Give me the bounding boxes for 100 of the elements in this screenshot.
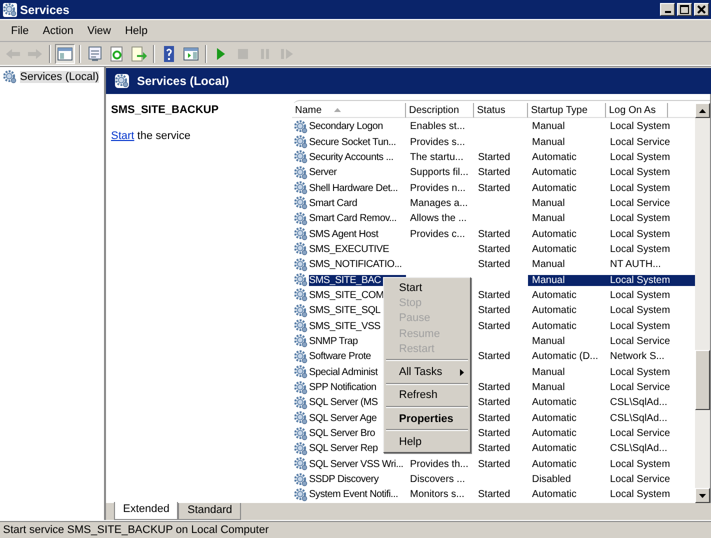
gear-icon bbox=[294, 472, 308, 487]
table-cell-text: Started bbox=[477, 182, 512, 194]
maximize-icon bbox=[680, 5, 689, 14]
up-arrow-icon bbox=[699, 108, 706, 112]
gear-icon bbox=[294, 288, 308, 302]
gear-icon bbox=[294, 442, 308, 456]
properties-icon bbox=[87, 46, 103, 62]
table-cell-text: Automatic bbox=[531, 305, 578, 316]
service-name: SMS_SITE_BACKUP bbox=[111, 104, 220, 116]
table-cell-text: Started bbox=[477, 397, 512, 408]
table-cell-text: Automatic bbox=[531, 489, 578, 500]
gear-icon bbox=[294, 396, 308, 410]
close-button[interactable] bbox=[694, 3, 709, 16]
table-cell-text: Automatic bbox=[531, 228, 578, 240]
maximize-button[interactable] bbox=[677, 3, 692, 16]
table-cell: SSDP Discovery bbox=[292, 472, 406, 487]
table-cell-text: Local System bbox=[609, 320, 672, 332]
table-cell: Security Accounts ... bbox=[292, 150, 406, 164]
view-tab[interactable]: Standard bbox=[178, 503, 242, 520]
table-cell-text: Local Service bbox=[609, 136, 672, 148]
panel-title: Services (Local) bbox=[137, 74, 230, 88]
table-cell-text: Automatic bbox=[531, 182, 578, 194]
start-link[interactable]: Start bbox=[111, 130, 134, 142]
table-cell: Smart Card bbox=[292, 196, 406, 210]
scroll-up-button[interactable] bbox=[695, 103, 710, 118]
gear-icon bbox=[3, 2, 17, 16]
table-cell-text: Local System bbox=[609, 244, 672, 255]
table-cell-text: Started bbox=[477, 351, 512, 362]
table-cell-text: Local System bbox=[609, 489, 672, 500]
table-cell-text: Automatic bbox=[531, 458, 578, 470]
menu-item[interactable]: File bbox=[4, 24, 36, 36]
view-tab[interactable]: Extended bbox=[114, 502, 178, 520]
column-header[interactable]: Log On As bbox=[606, 103, 668, 118]
table-cell-text: Local System bbox=[609, 305, 672, 316]
table-cell-text: Started bbox=[477, 382, 512, 394]
gear-icon bbox=[294, 196, 308, 210]
column-header[interactable]: Status bbox=[474, 103, 528, 118]
table-cell-text: Started bbox=[477, 443, 512, 454]
table-cell-text: Local System bbox=[609, 182, 672, 194]
table-cell-text: Local Service bbox=[609, 428, 672, 440]
gear-icon bbox=[294, 457, 308, 472]
table-cell-text: Started bbox=[477, 259, 512, 270]
table-cell-text: Manual bbox=[531, 336, 566, 347]
gear-icon bbox=[3, 70, 17, 84]
gear-icon bbox=[294, 380, 308, 395]
table-cell-text: Provides n... bbox=[409, 182, 467, 194]
status-text: Start service SMS_SITE_BACKUP on Local Computer bbox=[3, 524, 269, 536]
gear-icon bbox=[294, 350, 308, 364]
table-cell: Secondary Logon bbox=[292, 120, 406, 134]
table-cell-text: Started bbox=[477, 458, 512, 470]
down-arrow-icon bbox=[699, 494, 706, 498]
table-cell: Shell Hardware Det... bbox=[292, 181, 406, 196]
gear-icon bbox=[294, 242, 308, 256]
toolbar-button[interactable] bbox=[129, 44, 149, 64]
table-cell-text: Automatic (D... bbox=[531, 351, 600, 362]
menu-item[interactable]: All Tasks bbox=[384, 364, 470, 380]
table-cell-text: Network S... bbox=[609, 351, 666, 362]
table-cell-text: CSL\SqlAd... bbox=[609, 443, 668, 454]
gear-icon bbox=[294, 212, 308, 226]
table-cell-text: Local System bbox=[609, 213, 672, 224]
table-cell-text: Local System bbox=[609, 152, 672, 163]
table-cell-text: Manual bbox=[531, 366, 566, 378]
table-cell: Smart Card Remov... bbox=[292, 212, 406, 226]
menu-item[interactable]: Refresh bbox=[384, 388, 470, 404]
gear-icon bbox=[294, 488, 308, 502]
table-cell-text: Automatic bbox=[531, 167, 578, 178]
gear-icon bbox=[294, 365, 308, 380]
gear-icon bbox=[294, 273, 308, 288]
table-cell-text: Started bbox=[477, 152, 512, 163]
menu-item[interactable]: View bbox=[80, 24, 118, 36]
table-cell-text: Manual bbox=[531, 121, 566, 132]
refresh-icon bbox=[109, 46, 125, 62]
toolbar-button[interactable] bbox=[55, 44, 75, 64]
scrollbar[interactable] bbox=[695, 103, 710, 503]
scroll-thumb[interactable] bbox=[695, 350, 710, 410]
gear-icon bbox=[294, 150, 308, 164]
column-header[interactable]: Description bbox=[406, 103, 474, 118]
table-cell-text: Automatic bbox=[531, 397, 578, 408]
help-icon bbox=[161, 46, 177, 62]
column-header[interactable]: Name bbox=[292, 103, 406, 118]
gear-icon bbox=[115, 74, 129, 88]
table-cell-text: Started bbox=[477, 290, 512, 301]
table-cell: Secure Socket Tun... bbox=[292, 135, 406, 150]
table-cell-text: Manual bbox=[531, 382, 566, 394]
gear-icon bbox=[294, 120, 308, 134]
table-cell-text: Started bbox=[477, 305, 512, 316]
scroll-down-button[interactable] bbox=[695, 488, 710, 503]
gear-icon bbox=[294, 166, 308, 180]
column-header[interactable]: Startup Type bbox=[528, 103, 606, 118]
menu-item[interactable]: Action bbox=[36, 24, 80, 36]
table-cell-text: The startu... bbox=[409, 152, 464, 163]
table-cell-text: Local System bbox=[609, 167, 672, 178]
tree-pane-icon bbox=[57, 46, 73, 62]
menu-item[interactable]: Help bbox=[118, 24, 155, 36]
menu-item[interactable]: Properties bbox=[384, 411, 470, 426]
table-cell-text: Local Service bbox=[609, 474, 672, 486]
table-cell-text: Started bbox=[477, 167, 512, 178]
table-cell-text: Manual bbox=[531, 198, 566, 209]
minimize-button[interactable] bbox=[660, 3, 675, 16]
window-title: Services bbox=[20, 2, 70, 16]
